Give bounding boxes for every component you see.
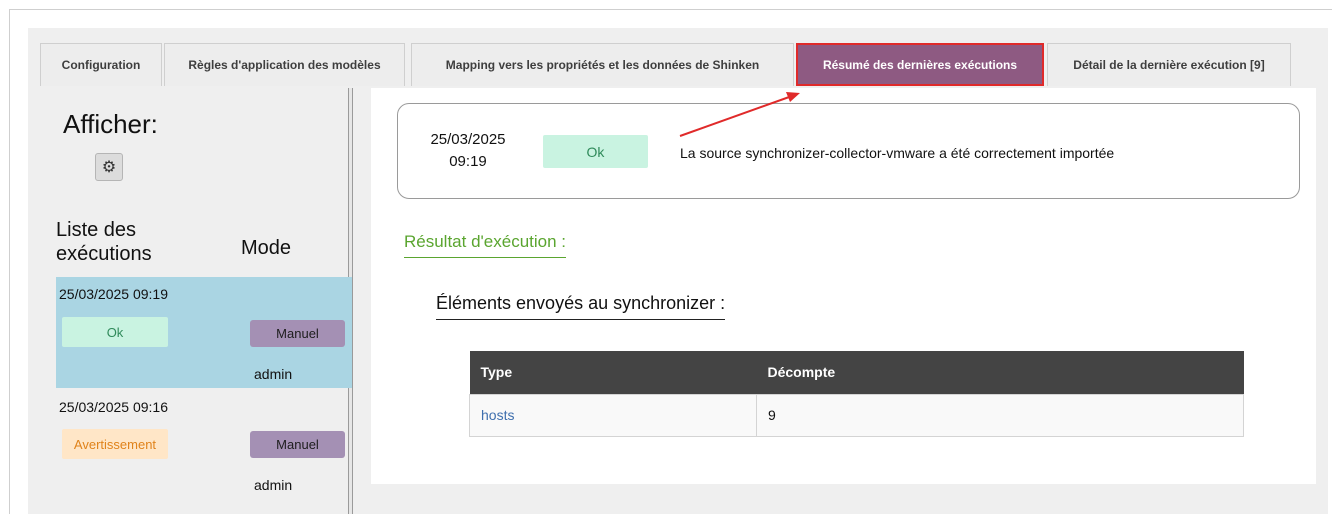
table-cell-type: hosts — [469, 393, 757, 437]
column-header-mode: Mode — [241, 237, 292, 259]
tab-template-rules[interactable]: Règles d'application des modèles — [164, 43, 405, 86]
display-settings-button[interactable]: ⚙ — [95, 153, 123, 181]
sent-elements-title: Éléments envoyés au synchronizer : — [436, 293, 726, 320]
gear-icon: ⚙ — [101, 159, 117, 176]
summary-date-time: 09:19 — [449, 153, 487, 170]
execution-user: admin — [254, 366, 293, 382]
tab-last-execution-detail[interactable]: Détail de la dernière exécution [9] — [1047, 43, 1291, 86]
mode-badge: Manuel — [250, 431, 345, 458]
column-header-count: Décompte — [756, 351, 1244, 394]
execution-date: 25/03/2025 09:16 — [59, 399, 168, 415]
table-cell-count: 9 — [756, 393, 1244, 437]
execution-date: 25/03/2025 09:19 — [59, 286, 168, 302]
execution-user: admin — [254, 477, 293, 493]
summary-date: 25/03/2025 09:19 — [420, 129, 516, 173]
table-header-row: Type Décompte — [469, 351, 1244, 394]
sent-elements-table: Type Décompte hosts 9 — [469, 351, 1244, 437]
result-section-title: Résultat d'exécution : — [404, 232, 567, 258]
tab-mapping[interactable]: Mapping vers les propriétés et les donné… — [411, 43, 794, 86]
status-badge-ok: Ok — [62, 317, 168, 347]
column-header-type: Type — [469, 351, 757, 394]
tab-summary-executions[interactable]: Résumé des dernières exécutions — [796, 43, 1044, 86]
table-row: hosts 9 — [469, 393, 1244, 437]
display-label: Afficher: — [63, 109, 158, 139]
summary-message: La source synchronizer-collector-vmware … — [680, 145, 1115, 161]
summary-date-day: 25/03/2025 — [430, 131, 506, 148]
status-badge-warning: Avertissement — [62, 429, 168, 459]
tab-configuration[interactable]: Configuration — [40, 43, 162, 86]
mode-badge: Manuel — [250, 320, 345, 347]
type-link[interactable]: hosts — [481, 407, 514, 423]
summary-status-badge: Ok — [543, 135, 648, 168]
column-header-executions: Liste des exécutions — [56, 219, 152, 265]
